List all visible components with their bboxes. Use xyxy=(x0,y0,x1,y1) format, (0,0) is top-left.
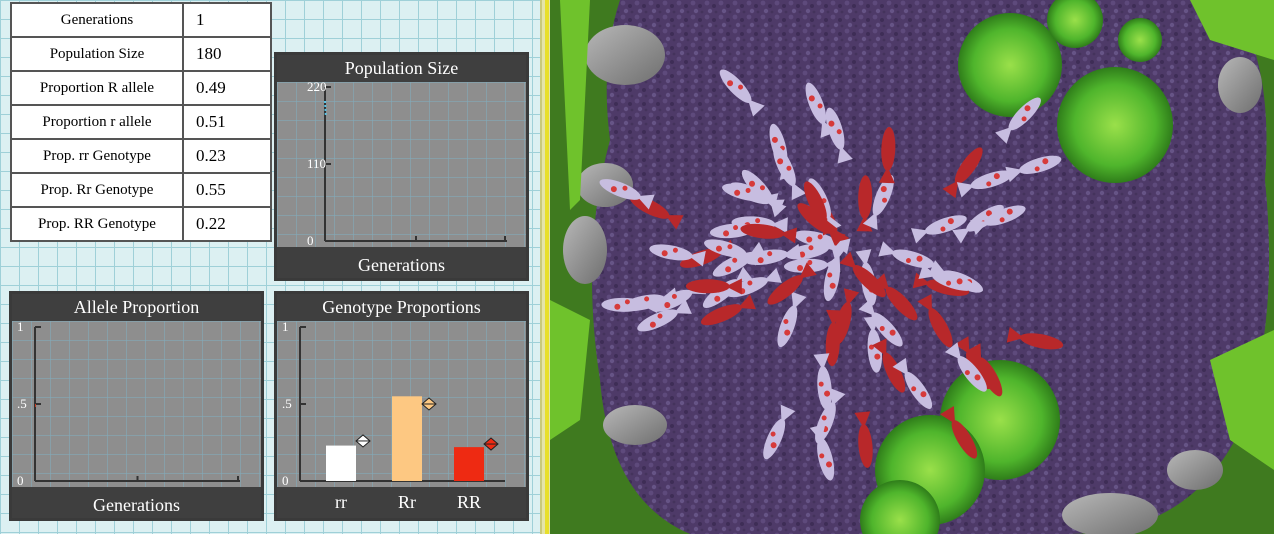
rock xyxy=(1218,57,1262,113)
stats-row: Proportion R allele 0.49 xyxy=(10,70,272,106)
lily-pad xyxy=(1057,67,1173,183)
pond-scene xyxy=(550,0,1274,534)
genotype-bar-rr xyxy=(326,445,356,481)
x-axis-label: Generations xyxy=(12,487,261,518)
stat-value: 0.22 xyxy=(182,206,272,242)
stat-label: Prop. RR Genotype xyxy=(10,206,184,242)
stat-label: Population Size xyxy=(10,36,184,72)
population-size-chart: Population Size 2201100245 Generations xyxy=(274,52,529,281)
pond-view[interactable] xyxy=(550,0,1274,534)
x-axis-label: Generations xyxy=(277,247,526,278)
lily-pad xyxy=(1118,18,1162,62)
stat-value: 1 xyxy=(182,2,272,38)
allele-proportion-chart: Allele Proportion 1.50245 Generations xyxy=(9,291,264,521)
stat-value: 0.23 xyxy=(182,138,272,174)
y-tick-label: 1 xyxy=(17,319,24,334)
stat-value: 180 xyxy=(182,36,272,72)
stat-value: 0.55 xyxy=(182,172,272,208)
category-label: rr xyxy=(335,492,347,512)
stat-label: Proportion R allele xyxy=(10,70,184,106)
allele-plot: 1.50245 xyxy=(17,319,242,504)
category-label: RR xyxy=(457,492,481,512)
stats-row: Population Size 180 xyxy=(10,36,272,72)
y-tick-label: 0 xyxy=(282,473,289,488)
control-area: Generations 1 Population Size 180 Proportion… xyxy=(0,0,540,534)
population-plot: 2201100245 xyxy=(307,79,509,264)
fish-spot xyxy=(624,299,630,305)
rock xyxy=(603,405,667,445)
stat-value: 0.49 xyxy=(182,70,272,106)
genotype-proportions-chart: Genotype Proportions 1.5 0 rr Rr RR xyxy=(274,291,529,521)
y-tick-label: .5 xyxy=(282,396,292,411)
stats-table: Generations 1 Population Size 180 Proportion… xyxy=(10,2,272,242)
stats-row: Prop. RR Genotype 0.22 xyxy=(10,206,272,242)
y-tick-label: 110 xyxy=(307,156,326,171)
category-label: Rr xyxy=(398,492,416,512)
y-tick-label: 1 xyxy=(282,319,289,334)
genotype-plot: 1 .5 0 rr Rr RR xyxy=(282,319,505,512)
stats-row: Prop. Rr Genotype 0.55 xyxy=(10,172,272,208)
genotype-bar-RR xyxy=(454,447,484,481)
stat-value: 0.51 xyxy=(182,104,272,140)
stat-label: Prop. rr Genotype xyxy=(10,138,184,174)
fish-spot xyxy=(614,303,621,310)
stat-label: Proportion r allele xyxy=(10,104,184,140)
stat-label: Generations xyxy=(10,2,184,38)
genotype-bar-Rr xyxy=(392,396,422,481)
y-tick-label: .5 xyxy=(17,396,27,411)
y-tick-label: 220 xyxy=(307,79,327,94)
y-tick-label: 0 xyxy=(17,473,24,488)
y-tick-label: 0 xyxy=(307,233,314,248)
lily-pad xyxy=(958,13,1062,117)
rock xyxy=(563,216,607,284)
stats-row: Proportion r allele 0.51 xyxy=(10,104,272,140)
stats-row: Generations 1 xyxy=(10,2,272,38)
stat-label: Prop. Rr Genotype xyxy=(10,172,184,208)
rock xyxy=(585,25,665,85)
rock xyxy=(1167,450,1223,490)
stats-row: Prop. rr Genotype 0.23 xyxy=(10,138,272,174)
